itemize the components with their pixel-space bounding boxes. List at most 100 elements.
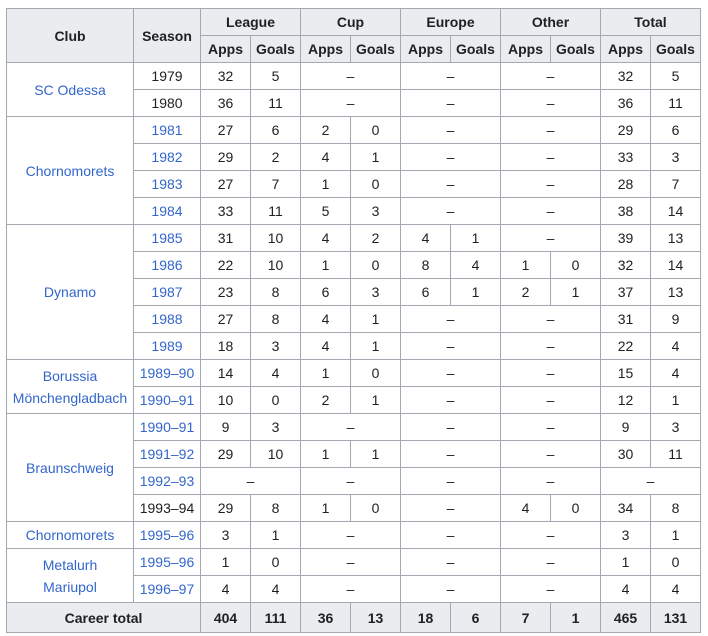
header-apps: Apps <box>200 35 251 63</box>
cup-apps-cell: 6 <box>300 278 351 306</box>
total-apps-cell: 37 <box>600 278 651 306</box>
season-link[interactable]: 1990–91 <box>140 419 195 435</box>
season-cell: 1995–96 <box>133 521 201 549</box>
club-cell: Borussia Mönchengladbach <box>6 359 134 414</box>
season-link[interactable]: 1981 <box>151 122 182 138</box>
europe-goals-cell: 1 <box>450 224 501 252</box>
season-link[interactable]: 1982 <box>151 149 182 165</box>
club-link[interactable]: Chornomorets <box>26 527 115 543</box>
league-goals-cell: 11 <box>250 89 301 117</box>
club-link[interactable]: Braunschweig <box>26 460 114 476</box>
season-link[interactable]: 1991–92 <box>140 446 195 462</box>
league-goals-cell: 0 <box>250 386 301 414</box>
cup-goals-cell: 0 <box>350 494 401 522</box>
total-apps-cell: 22 <box>600 332 651 360</box>
table-row: Dynamo 1985 31 10 4 2 4 1–39 13 <box>6 224 701 360</box>
league-goals-cell: 10 <box>250 440 301 468</box>
cup-goals-cell: 1 <box>350 386 401 414</box>
season-cell: 1985 <box>133 224 201 252</box>
club-cell: Chornomorets <box>6 116 134 225</box>
season-link[interactable]: 1995–96 <box>140 527 195 543</box>
header-total: Total <box>600 8 701 36</box>
header-other: Other <box>500 8 601 36</box>
other-goals-cell: 0 <box>550 494 601 522</box>
other-dash-cell: – <box>500 143 601 171</box>
europe-dash-cell: – <box>400 521 501 549</box>
europe-dash-cell: – <box>400 62 501 90</box>
club-link[interactable]: Metalurh <box>43 557 97 573</box>
other-dash-cell: – <box>500 521 601 549</box>
other-dash-cell: – <box>500 197 601 225</box>
total-league-goals: 111 <box>250 602 301 633</box>
season-cell: 1989 <box>133 332 201 360</box>
other-dash-cell: – <box>500 170 601 198</box>
cup-apps-cell: 4 <box>300 305 351 333</box>
europe-dash-cell: – <box>400 359 501 387</box>
league-apps-cell: 29 <box>200 494 251 522</box>
club-cell: SC Odessa <box>6 62 134 117</box>
season-link[interactable]: 1996–97 <box>140 581 195 597</box>
europe-dash-cell: – <box>400 467 501 495</box>
header-goals: Goals <box>650 35 701 63</box>
total-goals-cell: 4 <box>650 575 701 603</box>
cup-apps-cell: 1 <box>300 359 351 387</box>
season-link[interactable]: 1983 <box>151 176 182 192</box>
club-link[interactable]: Mönchengladbach <box>13 390 127 406</box>
header-season: Season <box>133 8 201 63</box>
season-link[interactable]: 1990–91 <box>140 392 195 408</box>
league-goals-cell: 0 <box>250 548 301 576</box>
europe-dash-cell: – <box>400 197 501 225</box>
europe-dash-cell: – <box>400 548 501 576</box>
season-label: 1980 <box>151 95 183 111</box>
season-link[interactable]: 1985 <box>151 230 182 246</box>
season-link[interactable]: 1992–93 <box>140 473 195 489</box>
other-apps-cell: 1 <box>500 251 551 279</box>
header-row-groups: Club Season League Cup Europe Other Tota… <box>6 8 701 63</box>
club-link[interactable]: Chornomorets <box>26 163 115 179</box>
season-link[interactable]: 1984 <box>151 203 182 219</box>
season-link[interactable]: 1995–96 <box>140 554 195 570</box>
other-dash-cell: – <box>500 116 601 144</box>
club-link[interactable]: Dynamo <box>44 284 96 300</box>
season-link[interactable]: 1989–90 <box>140 365 195 381</box>
season-link[interactable]: 1989 <box>151 338 182 354</box>
header-apps: Apps <box>400 35 451 63</box>
league-apps-cell: 29 <box>200 143 251 171</box>
total-goals-cell: 11 <box>650 89 701 117</box>
total-cup-goals: 13 <box>350 602 401 633</box>
season-link[interactable]: 1987 <box>151 284 182 300</box>
europe-dash-cell: – <box>400 440 501 468</box>
total-apps-cell: 15 <box>600 359 651 387</box>
total-apps-cell: 4 <box>600 575 651 603</box>
cup-dash-cell: – <box>300 575 401 603</box>
club-link[interactable]: Mariupol <box>43 579 97 595</box>
total-apps-cell: 32 <box>600 251 651 279</box>
total-apps-cell: 9 <box>600 413 651 441</box>
total-goals-cell: 7 <box>650 170 701 198</box>
season-cell: 1987 <box>133 278 201 306</box>
cup-goals-cell: 1 <box>350 143 401 171</box>
header-goals: Goals <box>450 35 501 63</box>
league-apps-cell: 27 <box>200 170 251 198</box>
league-apps-cell: 18 <box>200 332 251 360</box>
cup-dash-cell: – <box>300 413 401 441</box>
total-goals-cell: 6 <box>650 116 701 144</box>
season-cell: 1981 <box>133 116 201 144</box>
total-apps-cell: 34 <box>600 494 651 522</box>
season-link[interactable]: 1986 <box>151 257 182 273</box>
header-goals: Goals <box>550 35 601 63</box>
league-goals-cell: 10 <box>250 224 301 252</box>
total-goals-cell: 3 <box>650 143 701 171</box>
europe-dash-cell: – <box>400 413 501 441</box>
europe-apps-cell: 4 <box>400 224 451 252</box>
total-goals-cell: 4 <box>650 359 701 387</box>
total-goals-cell: 3 <box>650 413 701 441</box>
cup-goals-cell: 3 <box>350 197 401 225</box>
club-link[interactable]: Borussia <box>43 368 97 384</box>
league-apps-cell: 14 <box>200 359 251 387</box>
season-link[interactable]: 1988 <box>151 311 182 327</box>
total-goals-cell: 11 <box>650 440 701 468</box>
club-link[interactable]: SC Odessa <box>34 82 106 98</box>
table-row: Chornomorets 1981 27 6 2 0– –29 6 <box>6 116 701 225</box>
europe-dash-cell: – <box>400 332 501 360</box>
